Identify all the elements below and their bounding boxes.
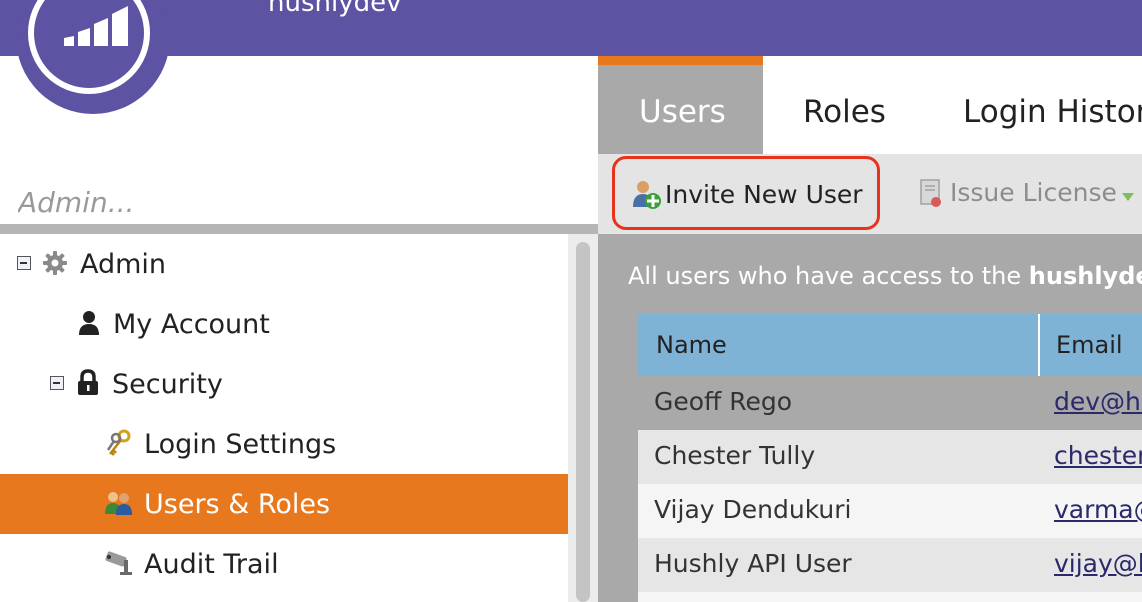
table-row[interactable]: Chester Tully chester: [638, 430, 1142, 484]
admin-tree: Admin My Account Security Login Settings…: [0, 234, 568, 602]
tab-bar: Users Roles Login Histor: [598, 56, 1142, 154]
invite-new-user-label: Invite New User: [665, 180, 863, 209]
users-toolbar: Invite New User Issue License: [598, 154, 1142, 234]
tab-label: Login Histor: [963, 94, 1142, 130]
person-icon: [74, 308, 104, 338]
tab-login-history[interactable]: Login Histor: [923, 56, 1142, 154]
sidebar-divider: [0, 224, 598, 234]
license-icon: [918, 178, 946, 210]
tree-item-label: Users & Roles: [144, 489, 331, 520]
user-name: Vijay Dendukuri: [654, 495, 852, 524]
user-name: Chester Tully: [654, 441, 816, 470]
gear-icon: [40, 248, 70, 278]
add-user-icon: [631, 179, 663, 211]
dropdown-arrow-icon[interactable]: [1122, 188, 1134, 207]
user-email-link[interactable]: chester: [1054, 441, 1142, 471]
issue-license-label: Issue License: [950, 178, 1117, 207]
scrollbar-thumb[interactable]: [576, 242, 590, 602]
table-row[interactable]: Hushly API User vijay@le: [638, 538, 1142, 592]
admin-sidebar: Admin My Account Security: [0, 56, 598, 602]
tree-item-audit-trail[interactable]: Audit Trail: [0, 534, 568, 594]
tree-item-security[interactable]: Security: [0, 354, 568, 414]
instance-name-bold: hushlyde: [1028, 262, 1142, 290]
column-header-email[interactable]: Email: [1056, 330, 1123, 360]
description-text: All users who have access to the: [628, 262, 1029, 290]
table-row[interactable]: Vijay Dendukuri varma@: [638, 484, 1142, 538]
tree-item-admin[interactable]: Admin: [0, 234, 568, 294]
tree-item-label: Login Settings: [144, 429, 337, 460]
collapse-toggle-icon[interactable]: [17, 256, 31, 270]
column-header-name[interactable]: Name: [656, 330, 727, 360]
user-email-link[interactable]: vijay@le: [1054, 549, 1142, 579]
tree-item-label: Audit Trail: [144, 549, 279, 580]
user-email-link[interactable]: dev@hu: [1054, 387, 1142, 417]
user-name: Geoff Rego: [654, 387, 793, 416]
top-bar: hushlydev: [0, 0, 1142, 56]
tree-item-login-settings[interactable]: Login Settings: [0, 414, 568, 474]
invite-new-user-button[interactable]: Invite New User: [612, 156, 880, 230]
table-row[interactable]: Geoff Rego dev@hu: [638, 376, 1142, 430]
users-icon: [103, 488, 133, 518]
tab-roles[interactable]: Roles: [763, 56, 923, 154]
tree-item-label: Security: [112, 369, 223, 400]
tab-label: Users: [639, 94, 726, 130]
marketo-logo-icon[interactable]: [16, 0, 170, 114]
user-email-link[interactable]: varma@: [1054, 495, 1142, 525]
instance-name: hushlydev: [268, 0, 402, 18]
tree-item-users-roles[interactable]: Users & Roles: [0, 474, 568, 534]
tree-item-my-account[interactable]: My Account: [0, 294, 568, 354]
tab-label: Roles: [803, 94, 886, 130]
sidebar-scrollbar[interactable]: [568, 234, 598, 602]
users-roles-panel: Users Roles Login Histor Invite New User: [598, 56, 1142, 602]
users-description: All users who have access to the hushlyd…: [628, 261, 1142, 291]
admin-search-input[interactable]: [0, 180, 598, 224]
table-header: Name Email: [638, 314, 1142, 376]
collapse-toggle-icon[interactable]: [50, 376, 64, 390]
tab-users[interactable]: Users: [598, 56, 763, 154]
tree-item-label: My Account: [113, 309, 270, 340]
users-table: Name Email Geoff Rego dev@hu Chester Tul…: [638, 314, 1142, 602]
camera-icon: [104, 548, 134, 578]
keys-icon: [104, 428, 134, 458]
tree-item-label: Admin: [80, 249, 167, 280]
user-name: Hushly API User: [654, 549, 852, 578]
lock-icon: [73, 368, 103, 398]
